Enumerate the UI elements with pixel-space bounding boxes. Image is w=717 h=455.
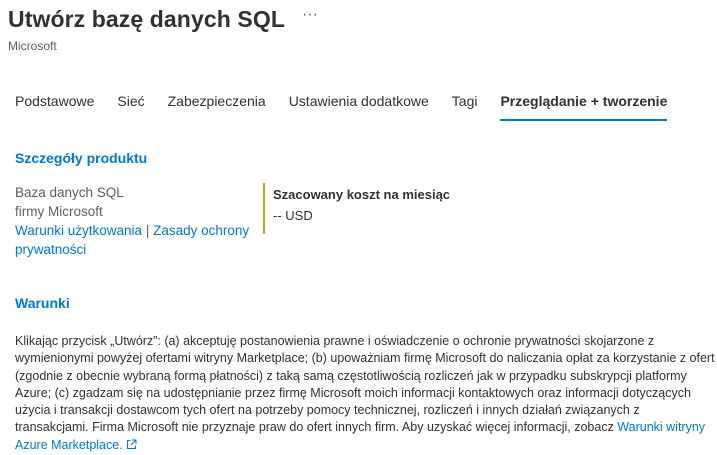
tab-basics[interactable]: Podstawowe xyxy=(15,92,94,119)
terms-paragraph: Klikając przycisk „Utwórz”: (a) akceptuj… xyxy=(15,333,715,454)
terms-of-use-link[interactable]: Warunki użytkowania xyxy=(15,223,142,238)
more-options-button[interactable]: ··· xyxy=(302,6,318,24)
terms-body: Klikając przycisk „Utwórz”: (a) akceptuj… xyxy=(15,334,715,435)
product-name-line1: Baza danych SQL xyxy=(15,185,124,200)
product-name: Baza danych SQL firmy Microsoft Warunki … xyxy=(15,183,255,259)
external-link-icon xyxy=(126,439,137,449)
tab-bar: Podstawowe Sieć Zabezpieczenia Ustawieni… xyxy=(15,92,690,122)
link-separator: | xyxy=(145,223,150,238)
product-name-line2: firmy Microsoft xyxy=(15,204,103,219)
page-title: Utwórz bazę danych SQL xyxy=(8,6,285,32)
tab-security[interactable]: Zabezpieczenia xyxy=(168,92,266,119)
publisher-label: Microsoft xyxy=(8,39,57,53)
tab-additional-settings[interactable]: Ustawienia dodatkowe xyxy=(289,92,429,119)
product-details-heading: Szczegóły produktu xyxy=(15,150,148,166)
tab-tags[interactable]: Tagi xyxy=(452,92,478,119)
estimated-cost-panel: Szacowany koszt na miesiąc -- USD xyxy=(263,183,450,234)
cost-value: -- USD xyxy=(273,208,313,223)
cost-label: Szacowany koszt na miesiąc xyxy=(273,187,451,202)
terms-heading: Warunki xyxy=(15,295,70,311)
tab-networking[interactable]: Sieć xyxy=(117,92,144,119)
tab-review-create[interactable]: Przeglądanie + tworzenie xyxy=(500,92,668,121)
